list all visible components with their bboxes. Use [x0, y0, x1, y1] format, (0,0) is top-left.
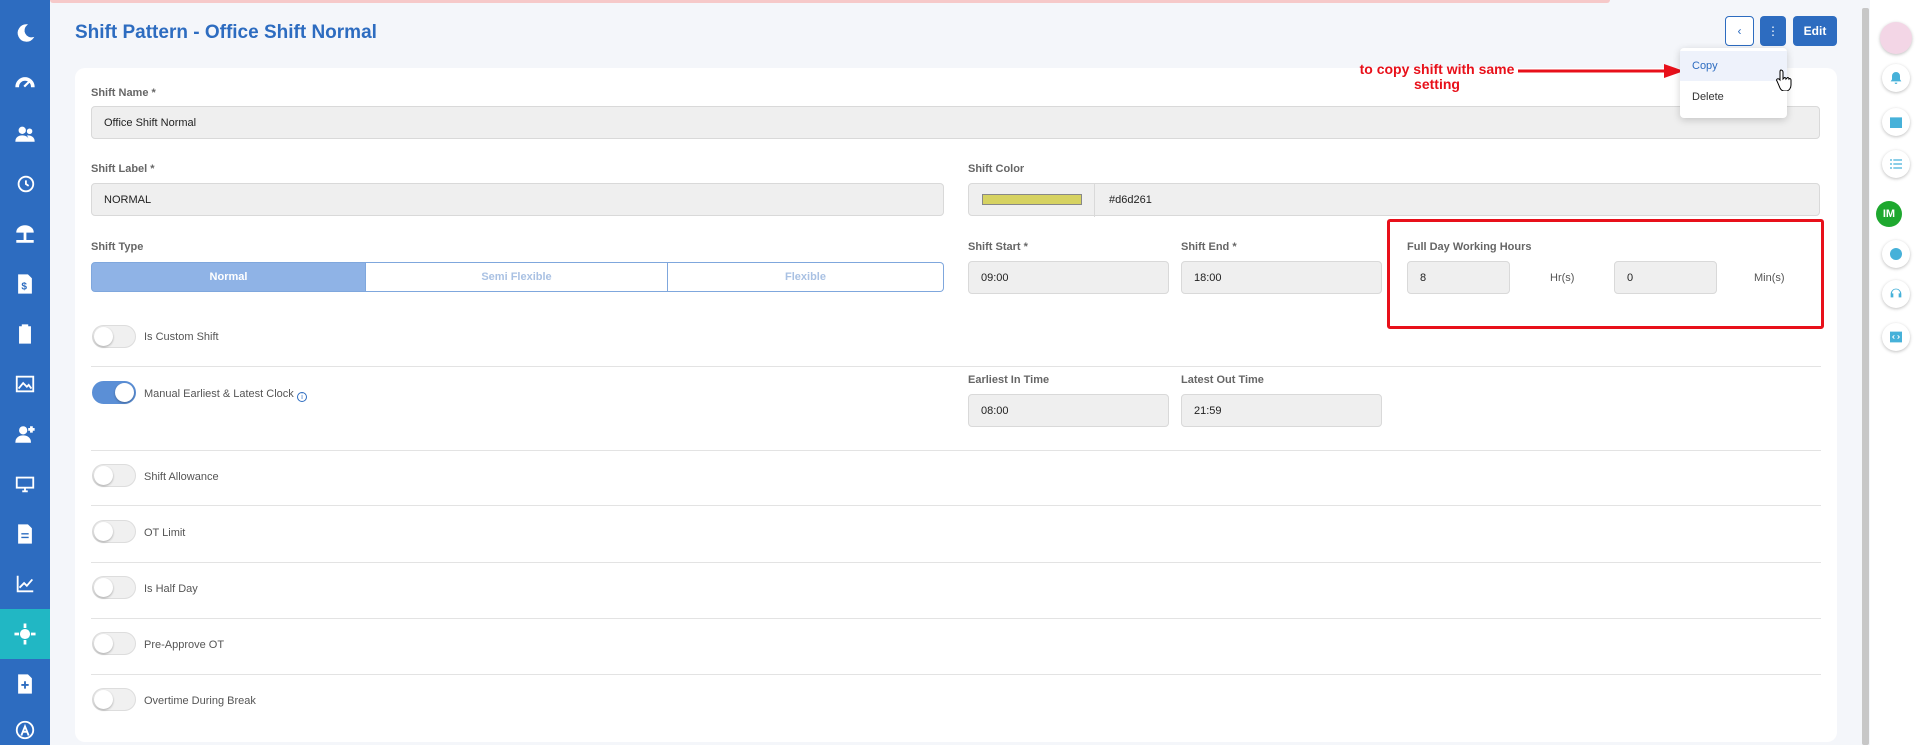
shift-end-label: Shift End * — [1181, 241, 1237, 253]
clipboard-icon[interactable] — [0, 309, 50, 359]
menu-delete[interactable]: Delete — [1680, 82, 1787, 112]
full-day-minutes-input[interactable]: 0 — [1614, 261, 1717, 294]
history-clock-icon[interactable] — [0, 159, 50, 209]
dashboard-gauge-icon[interactable] — [0, 59, 50, 109]
pre-approve-ot-toggle[interactable] — [92, 632, 136, 655]
leave-beach-icon[interactable] — [0, 209, 50, 259]
more-options-menu: Copy Delete — [1680, 48, 1787, 118]
payroll-dollar-icon[interactable]: $ — [0, 259, 50, 309]
half-day-toggle[interactable] — [92, 576, 136, 599]
shift-name-label: Shift Name * — [91, 87, 156, 99]
edit-button[interactable]: Edit — [1793, 16, 1837, 46]
shift-form-card — [75, 68, 1837, 742]
analytics-chart-icon[interactable] — [0, 559, 50, 609]
earliest-in-input[interactable]: 08:00 — [968, 394, 1169, 427]
account-circle-icon[interactable] — [0, 705, 50, 745]
support-icon[interactable] — [1882, 280, 1910, 308]
earliest-in-label: Earliest In Time — [968, 374, 1050, 386]
shift-color-input[interactable]: #d6d261 — [968, 183, 1820, 216]
notification-bell-icon[interactable] — [1882, 64, 1910, 92]
logo-moon-icon[interactable] — [0, 8, 50, 58]
right-rail: IM — [1870, 0, 1920, 745]
shift-color-swatch[interactable] — [982, 194, 1082, 205]
half-day-label: Is Half Day — [144, 583, 198, 595]
manual-clock-toggle[interactable] — [92, 381, 136, 404]
settings-gear-icon[interactable] — [0, 609, 50, 659]
minutes-unit-label: Min(s) — [1754, 272, 1785, 284]
back-button[interactable]: ‹ — [1725, 16, 1754, 46]
top-notification-strip — [50, 0, 1610, 3]
divider — [91, 366, 1821, 367]
shift-color-label: Shift Color — [968, 163, 1025, 175]
info-icon[interactable]: i — [297, 392, 307, 402]
shift-name-input[interactable]: Office Shift Normal — [91, 106, 1820, 139]
document-icon[interactable] — [0, 509, 50, 559]
full-day-hours-label: Full Day Working Hours — [1407, 241, 1532, 253]
divider — [91, 674, 1821, 675]
shift-allowance-label: Shift Allowance — [144, 471, 219, 483]
shift-start-label: Shift Start * — [968, 241, 1028, 253]
shift-label-input[interactable]: NORMAL — [91, 183, 944, 216]
more-options-button[interactable]: ⋮ — [1760, 16, 1786, 46]
menu-copy[interactable]: Copy — [1680, 51, 1787, 81]
monitor-icon[interactable] — [0, 459, 50, 509]
shift-type-label: Shift Type — [91, 241, 144, 253]
shift-label-label: Shift Label * — [91, 163, 155, 175]
divider — [91, 450, 1821, 451]
code-icon[interactable] — [1882, 323, 1910, 351]
hand-cursor-icon — [1776, 69, 1792, 91]
shift-type-normal[interactable]: Normal — [91, 262, 366, 292]
avatar[interactable] — [1880, 22, 1912, 54]
shift-start-input[interactable]: 09:00 — [968, 261, 1169, 294]
latest-out-input[interactable]: 21:59 — [1181, 394, 1382, 427]
list-icon[interactable] — [1882, 150, 1910, 178]
page-title: Shift Pattern - Office Shift Normal — [75, 22, 377, 43]
full-day-hours-input[interactable]: 8 — [1407, 261, 1510, 294]
image-gallery-icon[interactable] — [0, 359, 50, 409]
divider — [91, 618, 1821, 619]
overtime-break-toggle[interactable] — [92, 688, 136, 711]
shift-type-semi-flexible[interactable]: Semi Flexible — [366, 262, 668, 292]
latest-out-label: Latest Out Time — [1181, 374, 1264, 386]
annotation-arrow-icon — [1518, 64, 1684, 78]
page-scrollbar[interactable] — [1862, 8, 1869, 745]
manual-clock-label: Manual Earliest & Latest Clock — [144, 388, 294, 400]
custom-shift-label: Is Custom Shift — [144, 331, 219, 343]
shift-allowance-toggle[interactable] — [92, 464, 136, 487]
svg-text:$: $ — [21, 282, 27, 293]
divider — [91, 562, 1821, 563]
im-avatar-badge[interactable]: IM — [1876, 201, 1902, 227]
ot-limit-toggle[interactable] — [92, 520, 136, 543]
pre-approve-ot-label: Pre-Approve OT — [144, 639, 225, 651]
calendar-icon[interactable] — [1882, 108, 1910, 136]
shift-type-segmented: Normal Semi Flexible Flexible — [91, 262, 944, 292]
shift-end-input[interactable]: 18:00 — [1181, 261, 1382, 294]
add-document-icon[interactable] — [0, 659, 50, 709]
annotation-text: to copy shift with same setting — [1359, 61, 1515, 92]
add-user-icon[interactable] — [0, 409, 50, 459]
people-icon[interactable] — [0, 109, 50, 159]
shift-type-flexible[interactable]: Flexible — [668, 262, 944, 292]
clock-icon[interactable] — [1882, 240, 1910, 268]
divider — [91, 505, 1821, 506]
custom-shift-toggle[interactable] — [92, 325, 136, 348]
overtime-break-label: Overtime During Break — [144, 695, 256, 707]
left-sidebar: $ — [0, 0, 50, 745]
hours-unit-label: Hr(s) — [1550, 272, 1575, 284]
ot-limit-label: OT Limit — [144, 527, 186, 539]
